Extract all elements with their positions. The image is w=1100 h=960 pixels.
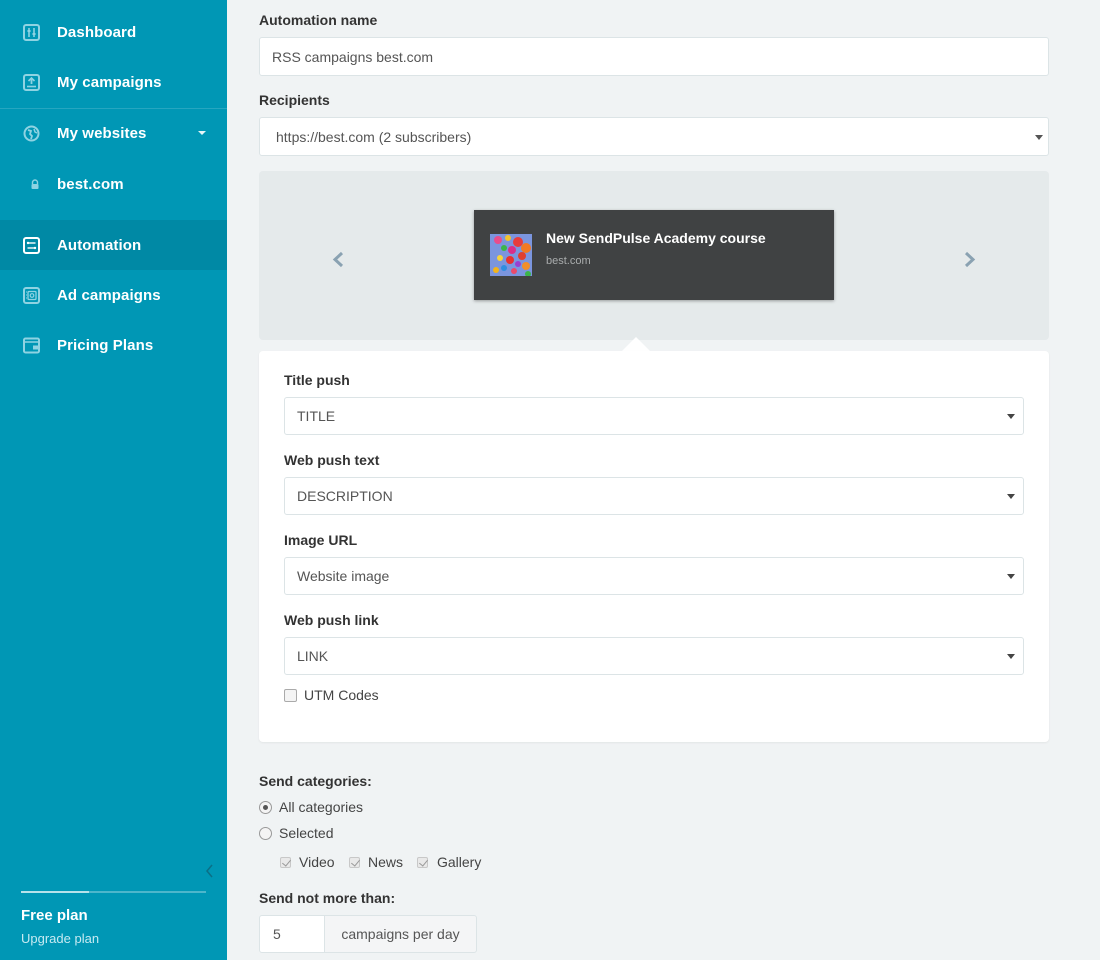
chevron-down-icon: [1007, 654, 1015, 659]
push-site: best.com: [546, 255, 591, 267]
sidebar-item-label: Dashboard: [57, 23, 137, 41]
category-gallery-checkbox[interactable]: [417, 857, 428, 868]
sidebar-item-label: Ad campaigns: [57, 286, 161, 304]
upgrade-plan-link[interactable]: Upgrade plan: [21, 931, 99, 946]
image-url-value: Website image: [297, 568, 390, 584]
automation-name-input[interactable]: RSS campaigns best.com: [259, 37, 1049, 76]
send-categories-label: Send categories:: [259, 773, 372, 789]
image-url-select[interactable]: Website image: [284, 557, 1024, 595]
title-push-label: Title push: [284, 372, 350, 388]
plan-name: Free plan: [21, 907, 88, 924]
chevron-down-icon: [1007, 494, 1015, 499]
sidebar-item-ad-campaigns[interactable]: Ad campaigns: [0, 270, 227, 320]
push-link-value: LINK: [297, 648, 329, 664]
sidebar-item-label: Pricing Plans: [57, 336, 154, 354]
push-text-label: Web push text: [284, 452, 380, 468]
sidebar-item-my-websites[interactable]: My websites: [0, 108, 227, 158]
recipients-label: Recipients: [259, 92, 330, 108]
push-link-label: Web push link: [284, 612, 379, 628]
category-video-checkbox[interactable]: [280, 857, 291, 868]
automation-icon: [22, 236, 40, 254]
send-limit-value: 5: [273, 926, 281, 942]
all-categories-radio[interactable]: [259, 801, 272, 814]
sidebar-item-pricing-plans[interactable]: Pricing Plans: [0, 320, 227, 370]
automation-name-label: Automation name: [259, 12, 378, 28]
title-push-select[interactable]: TITLE: [284, 397, 1024, 435]
all-categories-label: All categories: [279, 799, 364, 815]
chevron-down-icon: [1035, 134, 1043, 140]
ad-campaigns-icon: [22, 286, 40, 304]
caret-down-icon[interactable]: [198, 131, 206, 135]
sidebar-item-best-com[interactable]: best.com: [0, 159, 227, 209]
push-thumbnail-image: [490, 234, 532, 276]
sidebar-item-label: My campaigns: [57, 73, 162, 91]
recipients-value: https://best.com (2 subscribers): [276, 128, 472, 145]
sidebar-item-label: Automation: [57, 236, 142, 254]
push-title: New SendPulse Academy course: [546, 230, 766, 246]
automation-name-value: RSS campaigns best.com: [272, 48, 434, 65]
plan-usage-bar: [21, 891, 206, 893]
sidebar-item-label: My websites: [57, 124, 147, 142]
title-push-value: TITLE: [297, 408, 336, 424]
dashboard-sliders-icon: [22, 23, 40, 41]
campaigns-upload-icon: [22, 73, 40, 91]
send-limit-input[interactable]: 5: [259, 915, 325, 953]
send-limit-label: Send not more than:: [259, 890, 396, 906]
chevron-left-icon[interactable]: [203, 863, 217, 879]
utm-codes-label: UTM Codes: [304, 687, 379, 703]
push-link-select[interactable]: LINK: [284, 637, 1024, 675]
sidebar-item-dashboard[interactable]: Dashboard: [0, 7, 227, 57]
lock-icon: [26, 175, 44, 193]
chevron-down-icon: [1007, 574, 1015, 579]
push-text-value: DESCRIPTION: [297, 488, 393, 504]
sidebar-item-my-campaigns[interactable]: My campaigns: [0, 57, 227, 107]
chevron-left-icon[interactable]: [329, 248, 349, 272]
chevron-down-icon: [1007, 414, 1015, 419]
settings-pointer: [622, 337, 650, 351]
sidebar-item-automation[interactable]: Automation: [0, 220, 227, 270]
wallet-icon: [22, 336, 40, 354]
category-news-checkbox[interactable]: [349, 857, 360, 868]
selected-categories-label: Selected: [279, 825, 334, 841]
push-notification-preview: New SendPulse Academy course best.com: [474, 210, 834, 300]
category-gallery-label: Gallery: [437, 854, 482, 870]
category-video-label: Video: [299, 854, 335, 870]
globe-icon: [22, 124, 40, 142]
category-news-label: News: [368, 854, 404, 870]
sidebar-item-label: best.com: [57, 175, 124, 193]
chevron-right-icon[interactable]: [959, 248, 979, 272]
selected-categories-radio[interactable]: [259, 827, 272, 840]
push-text-select[interactable]: DESCRIPTION: [284, 477, 1024, 515]
send-limit-unit: campaigns per day: [324, 915, 477, 953]
sidebar: Dashboard My campaigns My websites best.…: [0, 0, 227, 960]
image-url-label: Image URL: [284, 532, 358, 548]
plan-usage-fill: [21, 891, 90, 893]
recipients-select[interactable]: https://best.com (2 subscribers): [259, 117, 1049, 156]
utm-codes-checkbox[interactable]: [284, 689, 297, 702]
